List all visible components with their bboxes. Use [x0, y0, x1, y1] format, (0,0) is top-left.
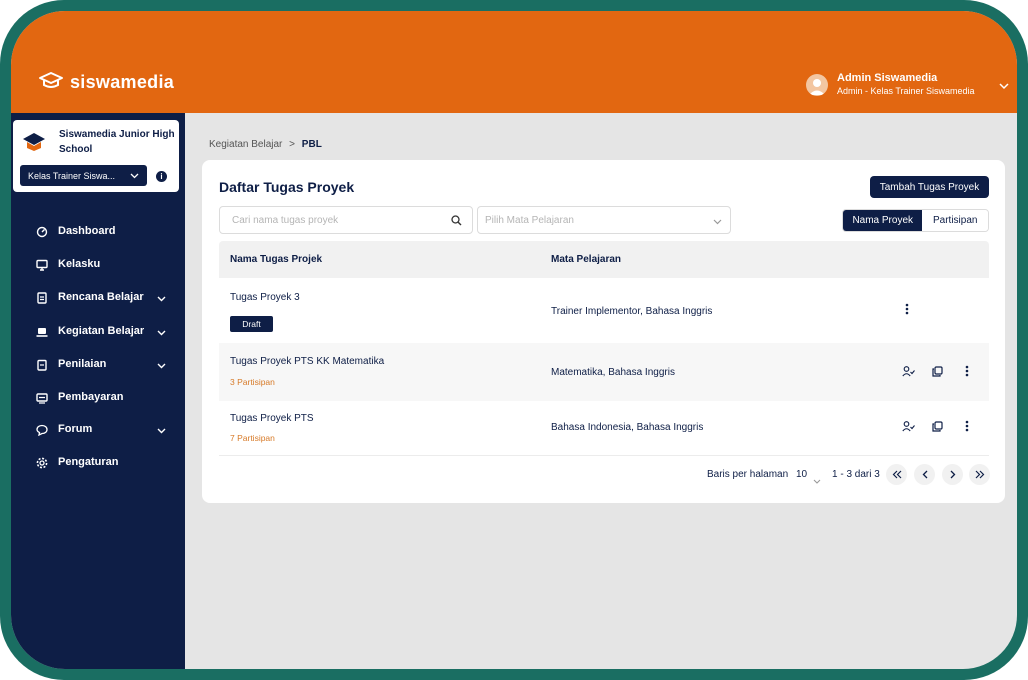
- rows-per-page-select[interactable]: 10: [796, 469, 807, 480]
- chevron-down-icon: [157, 425, 166, 437]
- top-header: siswamedia Admin Siswamedia Admin - Kela…: [11, 11, 1017, 113]
- breadcrumb-current: PBL: [301, 139, 322, 150]
- sidebar-item-pembayaran[interactable]: Pembayaran: [11, 387, 185, 409]
- sidebar-item-label: Kegiatan Belajar: [58, 325, 145, 337]
- last-page-button[interactable]: [969, 464, 990, 485]
- sidebar-item-label: Kelasku: [58, 258, 101, 270]
- chevron-down-icon[interactable]: [999, 77, 1009, 95]
- info-icon[interactable]: i: [156, 171, 167, 182]
- more-vertical-icon[interactable]: [900, 302, 914, 316]
- dashboard-icon: [36, 226, 48, 238]
- view-toggle: Nama Proyek Partisipan: [842, 209, 989, 232]
- more-vertical-icon[interactable]: [960, 419, 974, 433]
- chat-icon: [36, 424, 48, 437]
- sidebar-item-dashboard[interactable]: Dashboard: [11, 221, 185, 243]
- project-name[interactable]: Tugas Proyek PTS KK Matematika: [230, 356, 384, 367]
- first-page-button[interactable]: [886, 464, 907, 485]
- user-role: Admin - Kelas Trainer Siswamedia: [837, 86, 975, 96]
- subject-placeholder: Pilih Mata Pelajaran: [485, 214, 574, 226]
- search-icon[interactable]: [451, 215, 462, 229]
- chevron-down-icon: [157, 327, 166, 339]
- user-check-icon[interactable]: [901, 364, 915, 378]
- project-list-card: Daftar Tugas Proyek Tambah Tugas Proyek …: [202, 160, 1005, 503]
- table-row[interactable]: Tugas Proyek PTS 7 Partisipan Bahasa Ind…: [219, 401, 989, 456]
- avatar: [806, 73, 828, 96]
- page-title: Daftar Tugas Proyek: [219, 179, 355, 195]
- sidebar-item-kelasku[interactable]: Kelasku: [11, 254, 185, 276]
- pagination-range: 1 - 3 dari 3: [832, 469, 880, 480]
- project-name[interactable]: Tugas Proyek PTS: [230, 413, 314, 424]
- toggle-partisipan[interactable]: Partisipan: [922, 210, 988, 231]
- chevron-down-icon: [157, 293, 166, 305]
- chevron-down-icon: [130, 171, 139, 181]
- device-frame: siswamedia Admin Siswamedia Admin - Kela…: [0, 0, 1028, 680]
- sidebar-item-kegiatan-belajar[interactable]: Kegiatan Belajar: [11, 321, 185, 343]
- sidebar: Siswamedia Junior High School Kelas Trai…: [11, 113, 185, 669]
- document-icon: [36, 292, 48, 304]
- add-project-button[interactable]: Tambah Tugas Proyek: [870, 176, 989, 198]
- user-menu[interactable]: Admin Siswamedia Admin - Kelas Trainer S…: [806, 72, 975, 97]
- sidebar-item-pengaturan[interactable]: Pengaturan: [11, 452, 185, 474]
- table-header: Nama Tugas Projek Mata Pelajaran: [219, 241, 989, 278]
- user-name: Admin Siswamedia: [837, 72, 938, 84]
- chevron-right-icon: [950, 466, 956, 484]
- project-subject: Bahasa Indonesia, Bahasa Inggris: [551, 422, 704, 433]
- chevron-down-icon: [713, 217, 722, 228]
- app-screen: siswamedia Admin Siswamedia Admin - Kela…: [11, 11, 1017, 669]
- next-page-button[interactable]: [942, 464, 963, 485]
- class-select[interactable]: Kelas Trainer Siswa...: [20, 165, 147, 186]
- double-chevron-right-icon: [975, 466, 985, 484]
- participant-count: 3 Partisipan: [230, 377, 275, 387]
- breadcrumb: Kegiatan Belajar > PBL: [209, 139, 322, 150]
- sidebar-item-label: Penilaian: [58, 358, 107, 370]
- double-chevron-left-icon: [892, 466, 902, 484]
- sidebar-item-label: Rencana Belajar: [58, 291, 144, 303]
- column-header-name: Nama Tugas Projek: [230, 254, 323, 265]
- subject-select[interactable]: Pilih Mata Pelajaran: [477, 206, 731, 234]
- table-row[interactable]: Tugas Proyek 3 Draft Trainer Implementor…: [219, 278, 989, 343]
- chevron-left-icon: [922, 466, 928, 484]
- laptop-icon: [36, 326, 48, 338]
- copy-icon[interactable]: [930, 364, 944, 378]
- chevron-down-icon: [157, 360, 166, 372]
- table-row[interactable]: Tugas Proyek PTS KK Matematika 3 Partisi…: [219, 343, 989, 401]
- toggle-nama-proyek[interactable]: Nama Proyek: [843, 210, 923, 231]
- user-check-icon[interactable]: [901, 419, 915, 433]
- prev-page-button[interactable]: [914, 464, 935, 485]
- monitor-icon: [36, 259, 48, 271]
- sidebar-item-label: Pengaturan: [58, 456, 119, 468]
- breadcrumb-parent[interactable]: Kegiatan Belajar: [209, 139, 282, 150]
- column-header-subject: Mata Pelajaran: [551, 254, 622, 265]
- participant-count: 7 Partisipan: [230, 433, 275, 443]
- brand-logo[interactable]: siswamedia: [38, 71, 174, 94]
- pagination: Baris per halaman 10 1 - 3 dari 3: [707, 463, 992, 485]
- sidebar-item-rencana-belajar[interactable]: Rencana Belajar: [11, 287, 185, 309]
- sidebar-item-label: Dashboard: [58, 225, 116, 237]
- chevron-down-icon[interactable]: [813, 471, 821, 489]
- clipboard-icon: [36, 359, 48, 371]
- project-subject: Matematika, Bahasa Inggris: [551, 367, 675, 378]
- gear-icon: [36, 457, 48, 469]
- project-subject: Trainer Implementor, Bahasa Inggris: [551, 306, 713, 317]
- search-placeholder: Cari nama tugas proyek: [232, 214, 339, 226]
- rows-per-page-label: Baris per halaman: [707, 469, 789, 480]
- payment-icon: [36, 392, 48, 404]
- project-name[interactable]: Tugas Proyek 3: [230, 292, 300, 303]
- status-badge: Draft: [230, 316, 273, 332]
- school-card: Siswamedia Junior High School Kelas Trai…: [13, 120, 179, 192]
- copy-icon[interactable]: [930, 419, 944, 433]
- school-name: Siswamedia Junior High School: [59, 129, 175, 155]
- school-logo-icon: [21, 130, 47, 159]
- more-vertical-icon[interactable]: [960, 364, 974, 378]
- sidebar-item-penilaian[interactable]: Penilaian: [11, 354, 185, 376]
- breadcrumb-separator: >: [289, 139, 296, 150]
- graduation-cap-icon: [38, 71, 64, 94]
- search-input[interactable]: Cari nama tugas proyek: [219, 206, 473, 234]
- sidebar-item-label: Forum: [58, 423, 93, 435]
- sidebar-item-label: Pembayaran: [58, 391, 124, 403]
- brand-name: siswamedia: [70, 72, 175, 92]
- class-select-value: Kelas Trainer Siswa...: [28, 170, 116, 181]
- sidebar-item-forum[interactable]: Forum: [11, 419, 185, 441]
